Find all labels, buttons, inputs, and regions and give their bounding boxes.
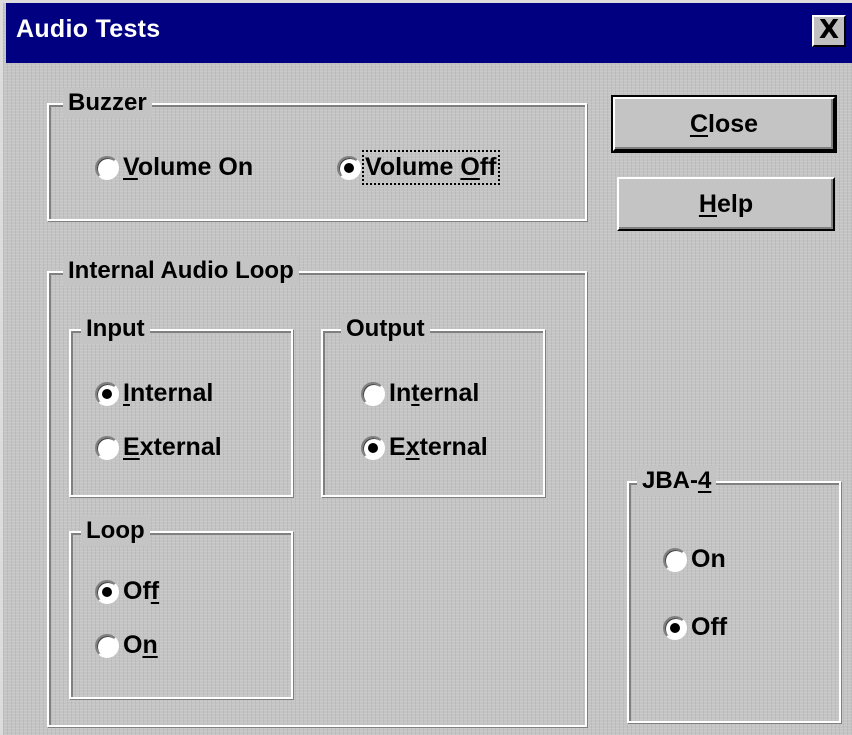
loop-legend: Loop	[81, 516, 150, 546]
radio-circle-checked	[95, 381, 119, 406]
output-external-label: External	[389, 433, 488, 461]
close-icon[interactable]: X	[812, 15, 846, 47]
loop-on-radio[interactable]: On	[95, 631, 158, 660]
volume-on-label: Volume On	[123, 153, 254, 181]
jba4-off-label: Off	[691, 613, 728, 641]
output-external-radio[interactable]: External	[361, 433, 488, 462]
output-internal-radio[interactable]: Internal	[361, 379, 479, 408]
input-group: Input Internal External	[69, 314, 293, 497]
audio-tests-dialog: Audio Tests X Buzzer Volume On Volume Of…	[0, 0, 852, 735]
jba4-on-label: On	[691, 545, 726, 573]
help-button[interactable]: Help	[617, 177, 835, 231]
radio-circle-checked	[95, 579, 119, 604]
radio-circle	[95, 435, 119, 460]
jba4-group: JBA-4 On Off	[627, 466, 841, 723]
radio-circle	[95, 155, 119, 180]
radio-circle-checked	[337, 155, 361, 180]
radio-circle-checked	[361, 435, 385, 460]
jba4-legend: JBA-4	[637, 466, 717, 496]
radio-circle	[361, 381, 385, 406]
input-external-label: External	[123, 433, 222, 461]
input-external-radio[interactable]: External	[95, 433, 222, 462]
title-bar[interactable]: Audio Tests X	[6, 3, 852, 63]
radio-circle-checked	[663, 615, 687, 640]
output-group: Output Internal External	[321, 314, 545, 497]
buzzer-group: Buzzer Volume On Volume Off	[47, 88, 587, 221]
radio-circle	[95, 633, 119, 658]
close-button[interactable]: Close	[611, 95, 837, 153]
input-legend: Input	[81, 314, 150, 344]
volume-on-radio[interactable]: Volume On	[95, 153, 253, 182]
internal-audio-loop-group: Internal Audio Loop Input Internal Exter…	[47, 256, 587, 727]
output-internal-label: Internal	[389, 379, 480, 407]
jba4-on-radio[interactable]: On	[663, 545, 726, 574]
window-title: Audio Tests	[16, 15, 161, 43]
loop-group: Loop Off On	[69, 516, 293, 699]
loop-off-radio[interactable]: Off	[95, 577, 159, 606]
jba4-off-radio[interactable]: Off	[663, 613, 727, 642]
input-internal-label: Internal	[123, 379, 214, 407]
loop-on-label: On	[123, 631, 158, 659]
volume-off-radio[interactable]: Volume Off	[337, 150, 500, 185]
input-internal-radio[interactable]: Internal	[95, 379, 213, 408]
volume-off-label: Volume Off	[362, 150, 500, 185]
output-legend: Output	[341, 314, 430, 344]
radio-circle	[663, 547, 687, 572]
internal-audio-loop-legend: Internal Audio Loop	[63, 256, 299, 286]
buzzer-legend: Buzzer	[63, 88, 152, 118]
loop-off-label: Off	[123, 577, 160, 605]
